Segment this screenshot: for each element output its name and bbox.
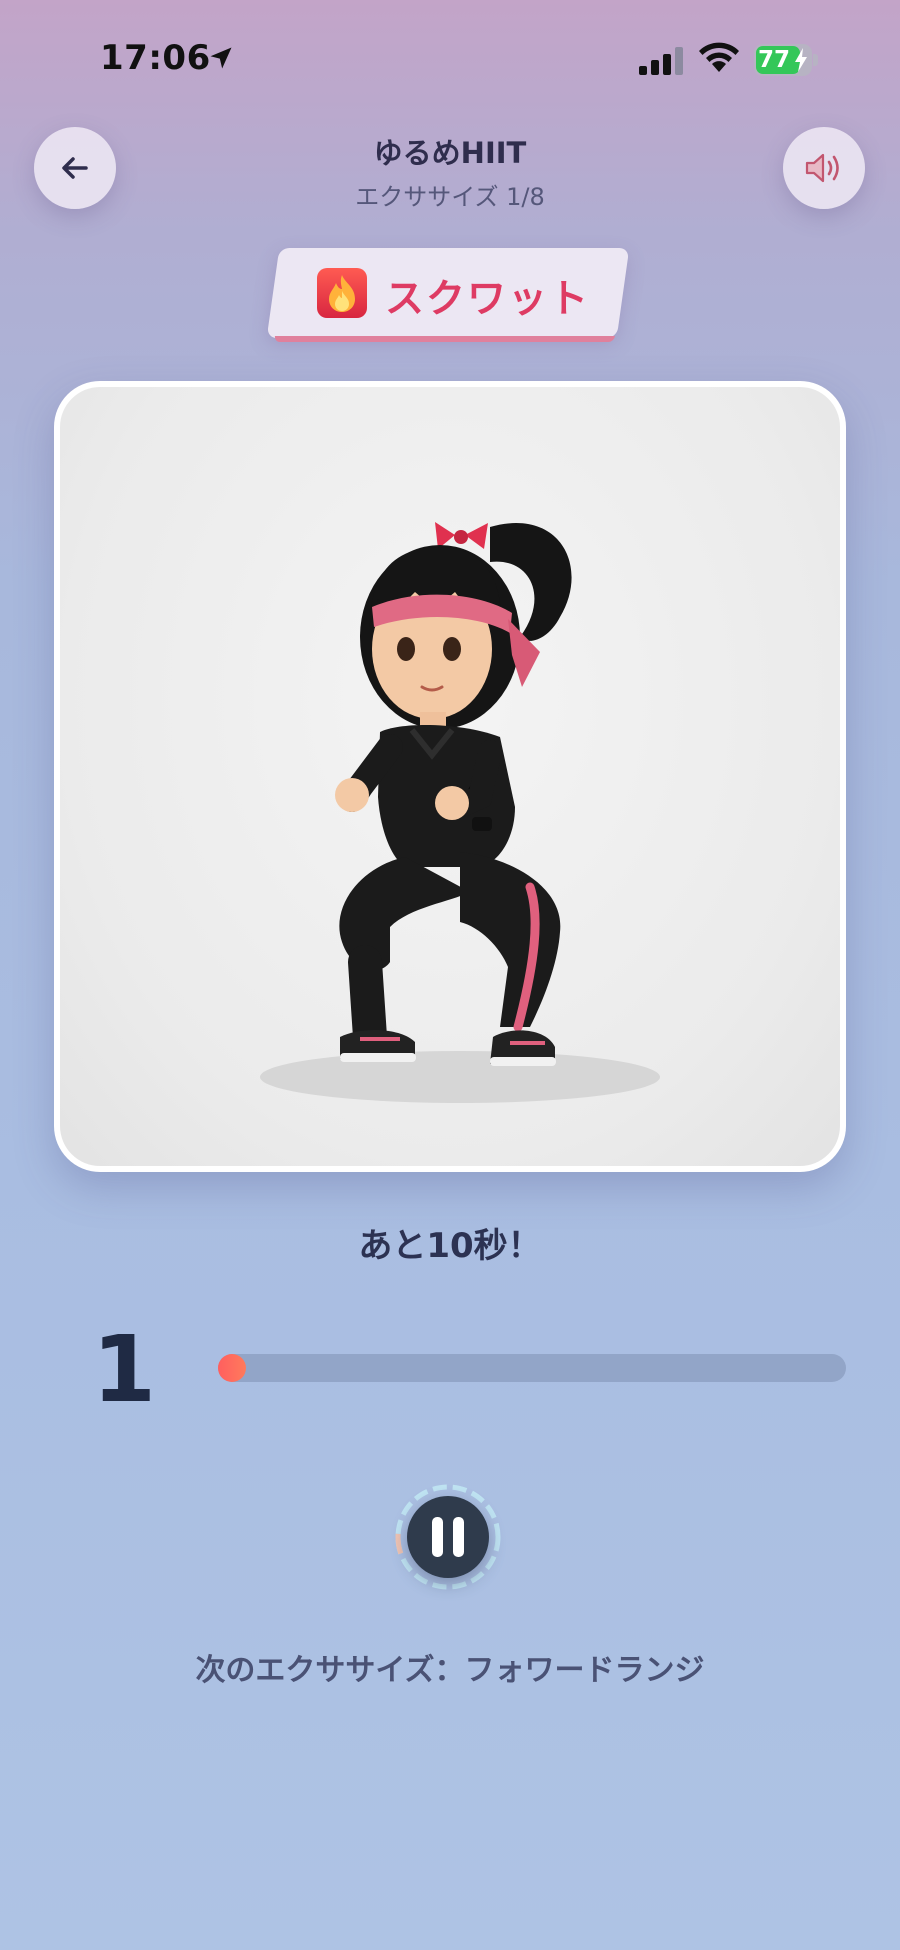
- location-arrow-icon: [210, 47, 232, 69]
- pause-button-ring: [394, 1483, 502, 1591]
- pause-button[interactable]: [407, 1496, 489, 1578]
- exercise-image-card: [54, 381, 846, 1172]
- exercise-name: スクワット: [385, 277, 591, 322]
- pause-icon: [427, 1517, 469, 1557]
- wifi-icon: [699, 42, 739, 72]
- progress-bar-fill: [218, 1354, 246, 1382]
- back-button[interactable]: [34, 127, 116, 209]
- sound-button[interactable]: [783, 127, 865, 209]
- remaining-time-text: あと10秒！: [358, 1226, 542, 1266]
- fire-icon: [317, 268, 367, 318]
- battery-indicator: 77: [754, 44, 812, 76]
- status-time: 17:06: [100, 38, 211, 78]
- rep-counter: 1: [92, 1316, 157, 1423]
- exercise-progress-label: エクササイズ 1/8: [355, 183, 545, 211]
- app-title: ゆるめHIIT: [373, 136, 527, 170]
- charging-bolt-icon: [795, 48, 807, 72]
- exercise-name-badge: スクワット: [266, 248, 630, 338]
- progress-bar: [218, 1354, 846, 1382]
- speaker-icon: [805, 153, 839, 183]
- arrow-left-icon: [62, 157, 88, 179]
- squat-illustration: [260, 522, 660, 1103]
- cellular-signal-icon: [639, 47, 683, 75]
- next-exercise-text: 次のエクササイズ：フォワードランジ: [195, 1653, 705, 1688]
- battery-level: 77: [758, 47, 791, 73]
